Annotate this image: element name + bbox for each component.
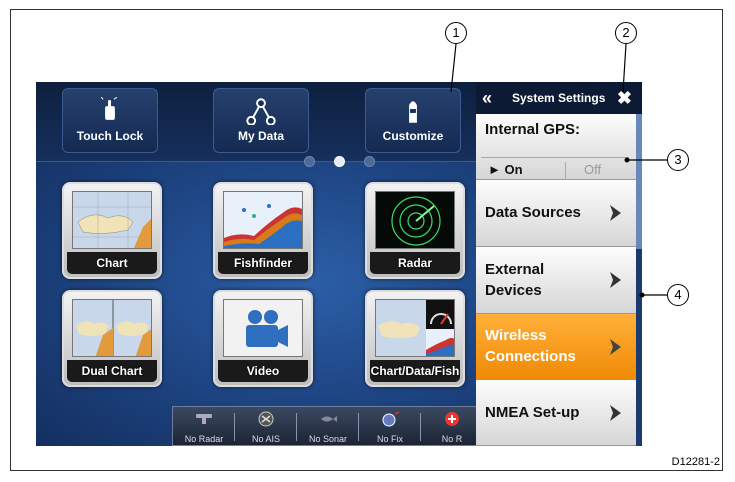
callout-4: 4 (667, 284, 689, 306)
callout-leaders (450, 43, 667, 298)
callout-3: 3 (667, 149, 689, 171)
callout-2: 2 (615, 22, 637, 44)
figure-id: D12281-2 (671, 456, 720, 468)
callout-1: 1 (445, 22, 467, 44)
